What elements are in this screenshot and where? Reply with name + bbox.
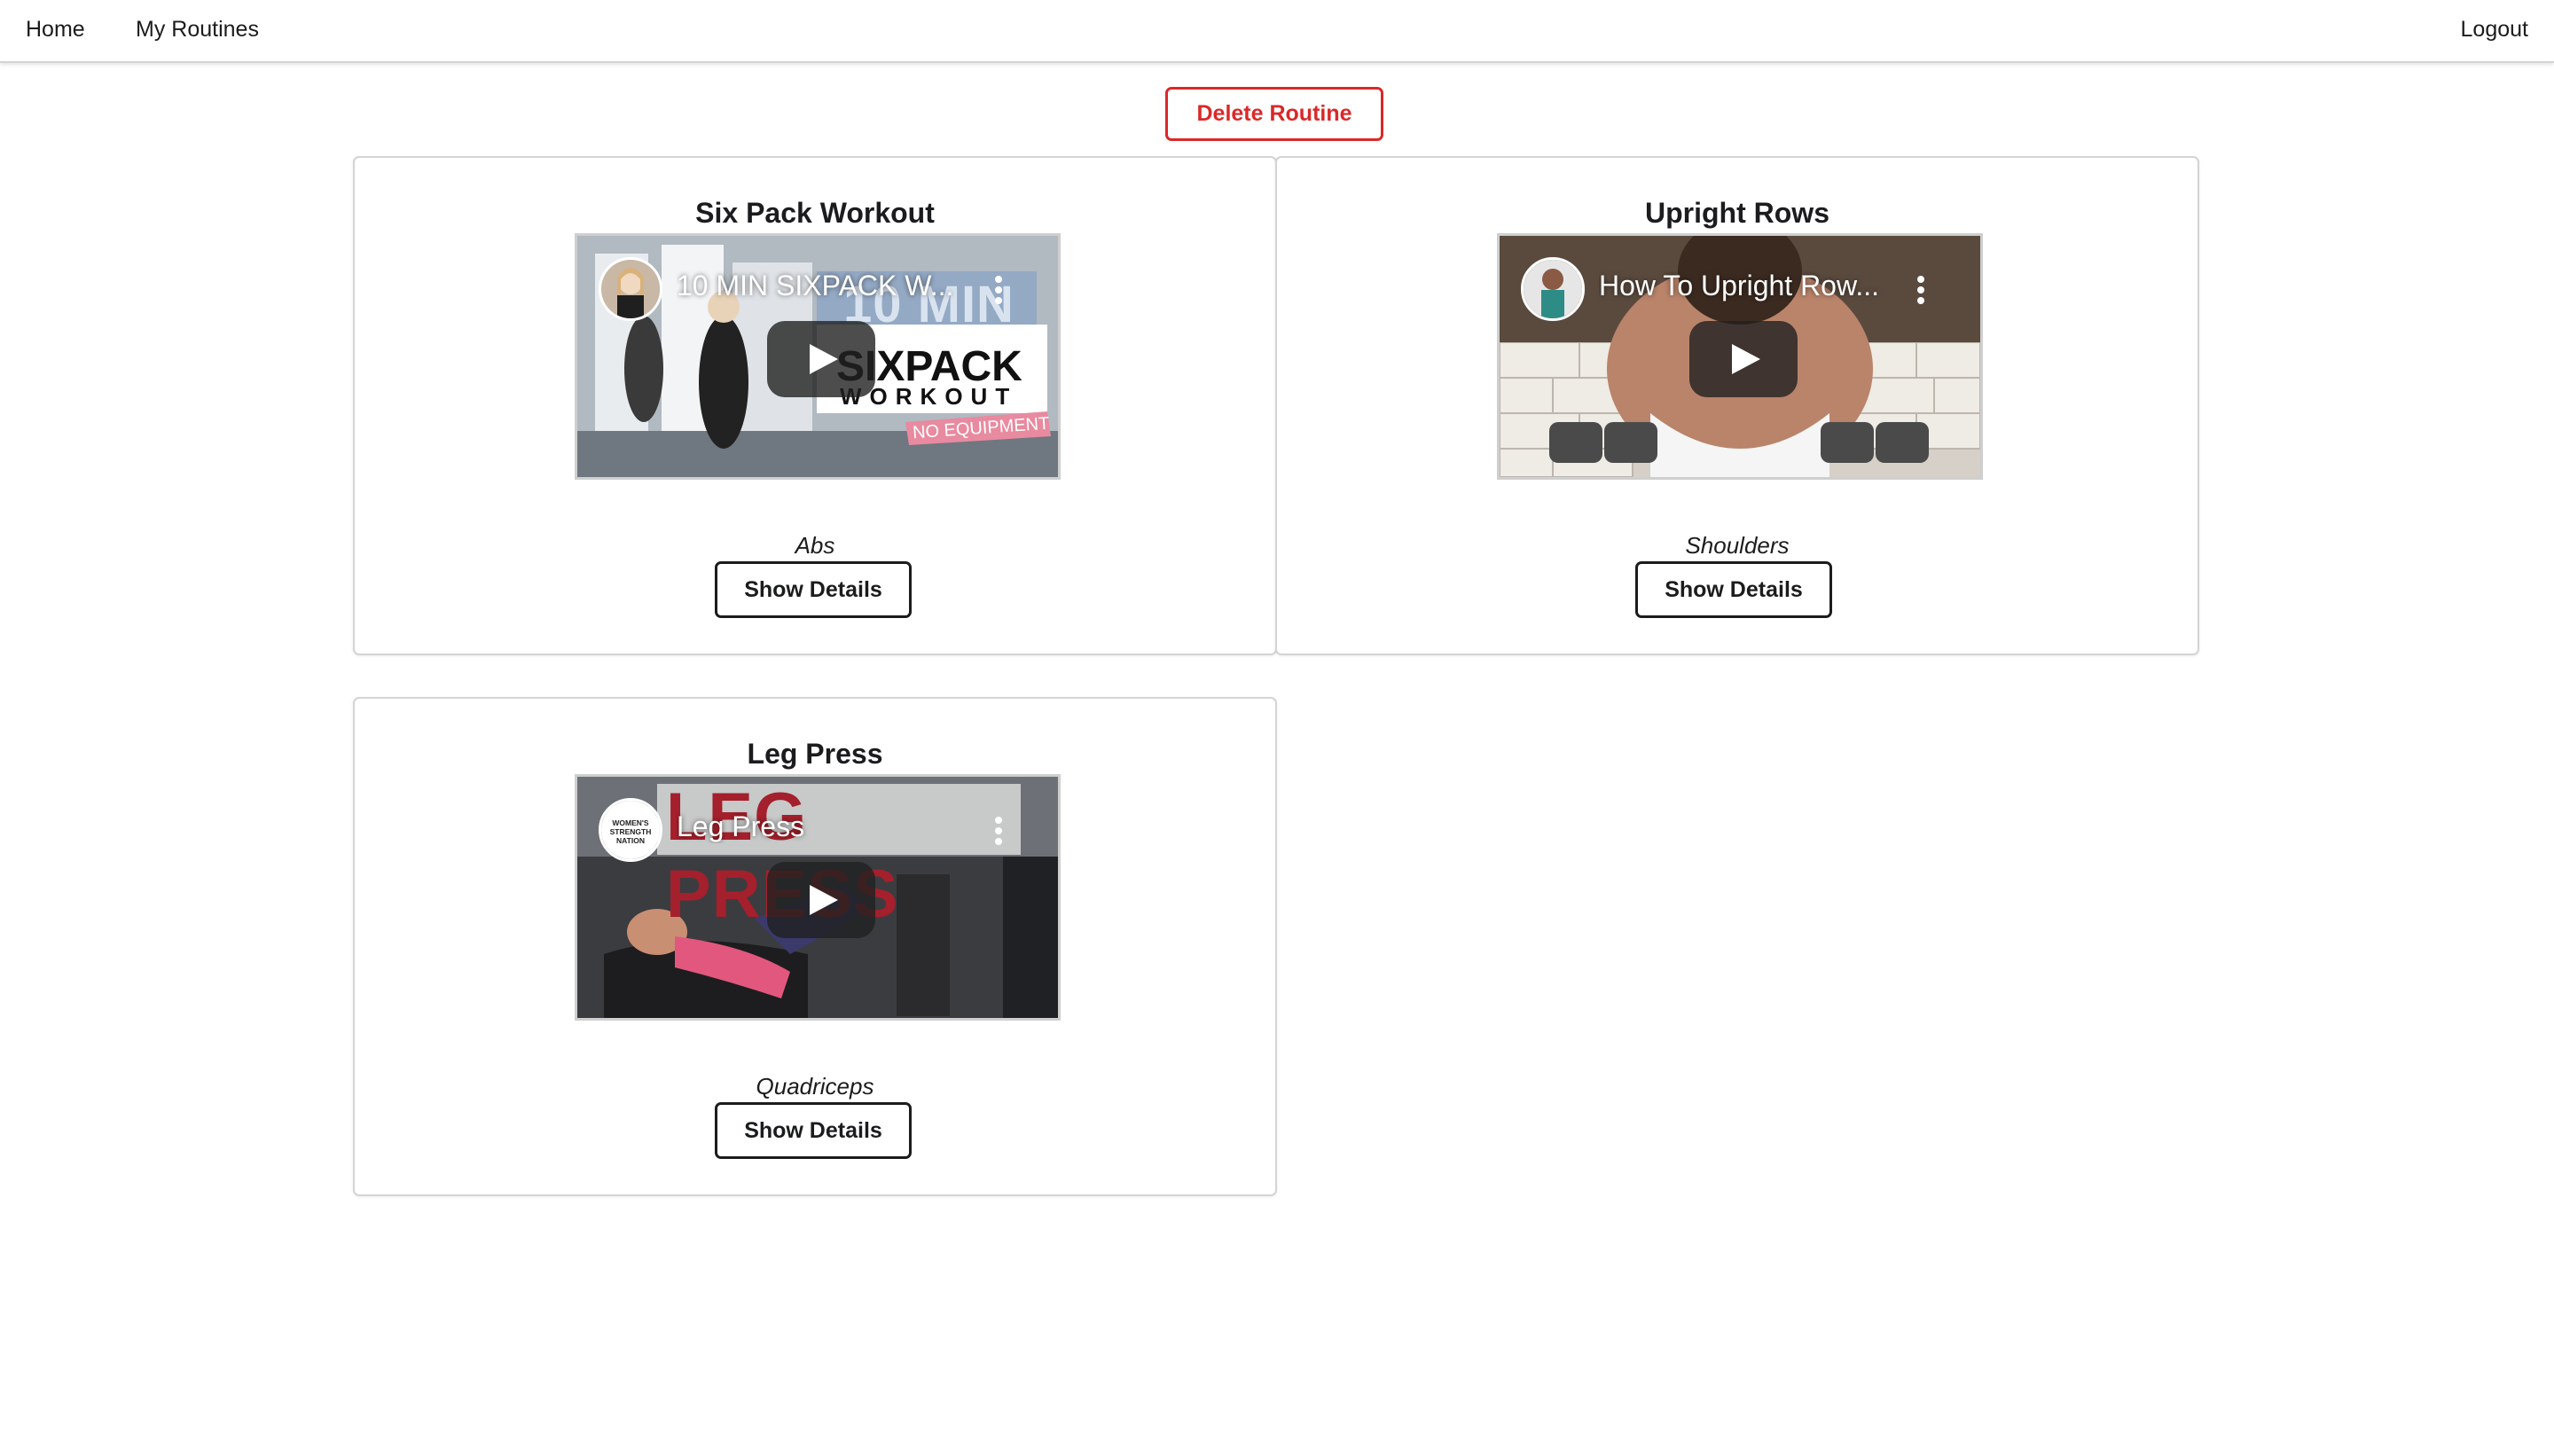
play-icon: [1732, 344, 1760, 374]
routine-title: Upright Rows: [1645, 197, 1829, 229]
channel-avatar[interactable]: [1521, 257, 1585, 321]
show-details-button[interactable]: Show Details: [1635, 561, 1832, 618]
delete-routine-button[interactable]: Delete Routine: [1165, 87, 1383, 141]
nav-logout-link[interactable]: Logout: [2461, 0, 2528, 59]
play-icon: [810, 885, 838, 915]
routine-category: Quadriceps: [756, 1073, 874, 1100]
nav-my-routines-link[interactable]: My Routines: [136, 0, 259, 59]
more-vertical-icon[interactable]: [994, 275, 1003, 305]
routine-category: Shoulders: [1685, 532, 1790, 559]
video-title[interactable]: How To Upright Row...: [1599, 270, 1892, 302]
play-button[interactable]: [767, 321, 875, 397]
channel-avatar[interactable]: WOMEN'S STRENGTH NATION: [599, 798, 662, 862]
routine-title: Six Pack Workout: [695, 197, 935, 229]
svg-text:WOMEN'S: WOMEN'S: [612, 818, 649, 827]
play-button[interactable]: [767, 862, 875, 938]
routine-title: Leg Press: [747, 738, 883, 770]
video-embed[interactable]: 10 MIN SIXPACK WORKOUT NO EQUIPMENT 10 M…: [575, 233, 1061, 480]
video-title[interactable]: 10 MIN SIXPACK W...: [677, 270, 969, 302]
top-menu: Home My Routines Logout: [0, 0, 2554, 63]
show-details-button[interactable]: Show Details: [715, 561, 912, 618]
nav-home-link[interactable]: Home: [26, 0, 85, 59]
svg-text:NATION: NATION: [616, 836, 645, 845]
video-embed[interactable]: How To Upright Row...: [1497, 233, 1983, 480]
more-vertical-icon[interactable]: [1916, 275, 1925, 305]
play-button[interactable]: [1689, 321, 1798, 397]
video-embed[interactable]: LEG PRESS WOMEN'SSTRENGTHNATION Leg Pres…: [575, 774, 1061, 1021]
video-title[interactable]: Leg Press: [677, 810, 969, 843]
more-vertical-icon[interactable]: [994, 816, 1003, 846]
play-icon: [810, 344, 838, 374]
svg-text:STRENGTH: STRENGTH: [610, 827, 652, 836]
routine-category: Abs: [795, 532, 835, 559]
channel-avatar[interactable]: [599, 257, 662, 321]
show-details-button[interactable]: Show Details: [715, 1102, 912, 1159]
routine-card: Leg Press LEG PRESS WOMEN'SSTRENGTHNATIO…: [353, 697, 1277, 1196]
routine-card: Upright Rows How To Upright Row... Shoul…: [1275, 156, 2199, 655]
routine-card: Six Pack Workout 10 MIN SIXPACK WORKOUT …: [353, 156, 1277, 655]
